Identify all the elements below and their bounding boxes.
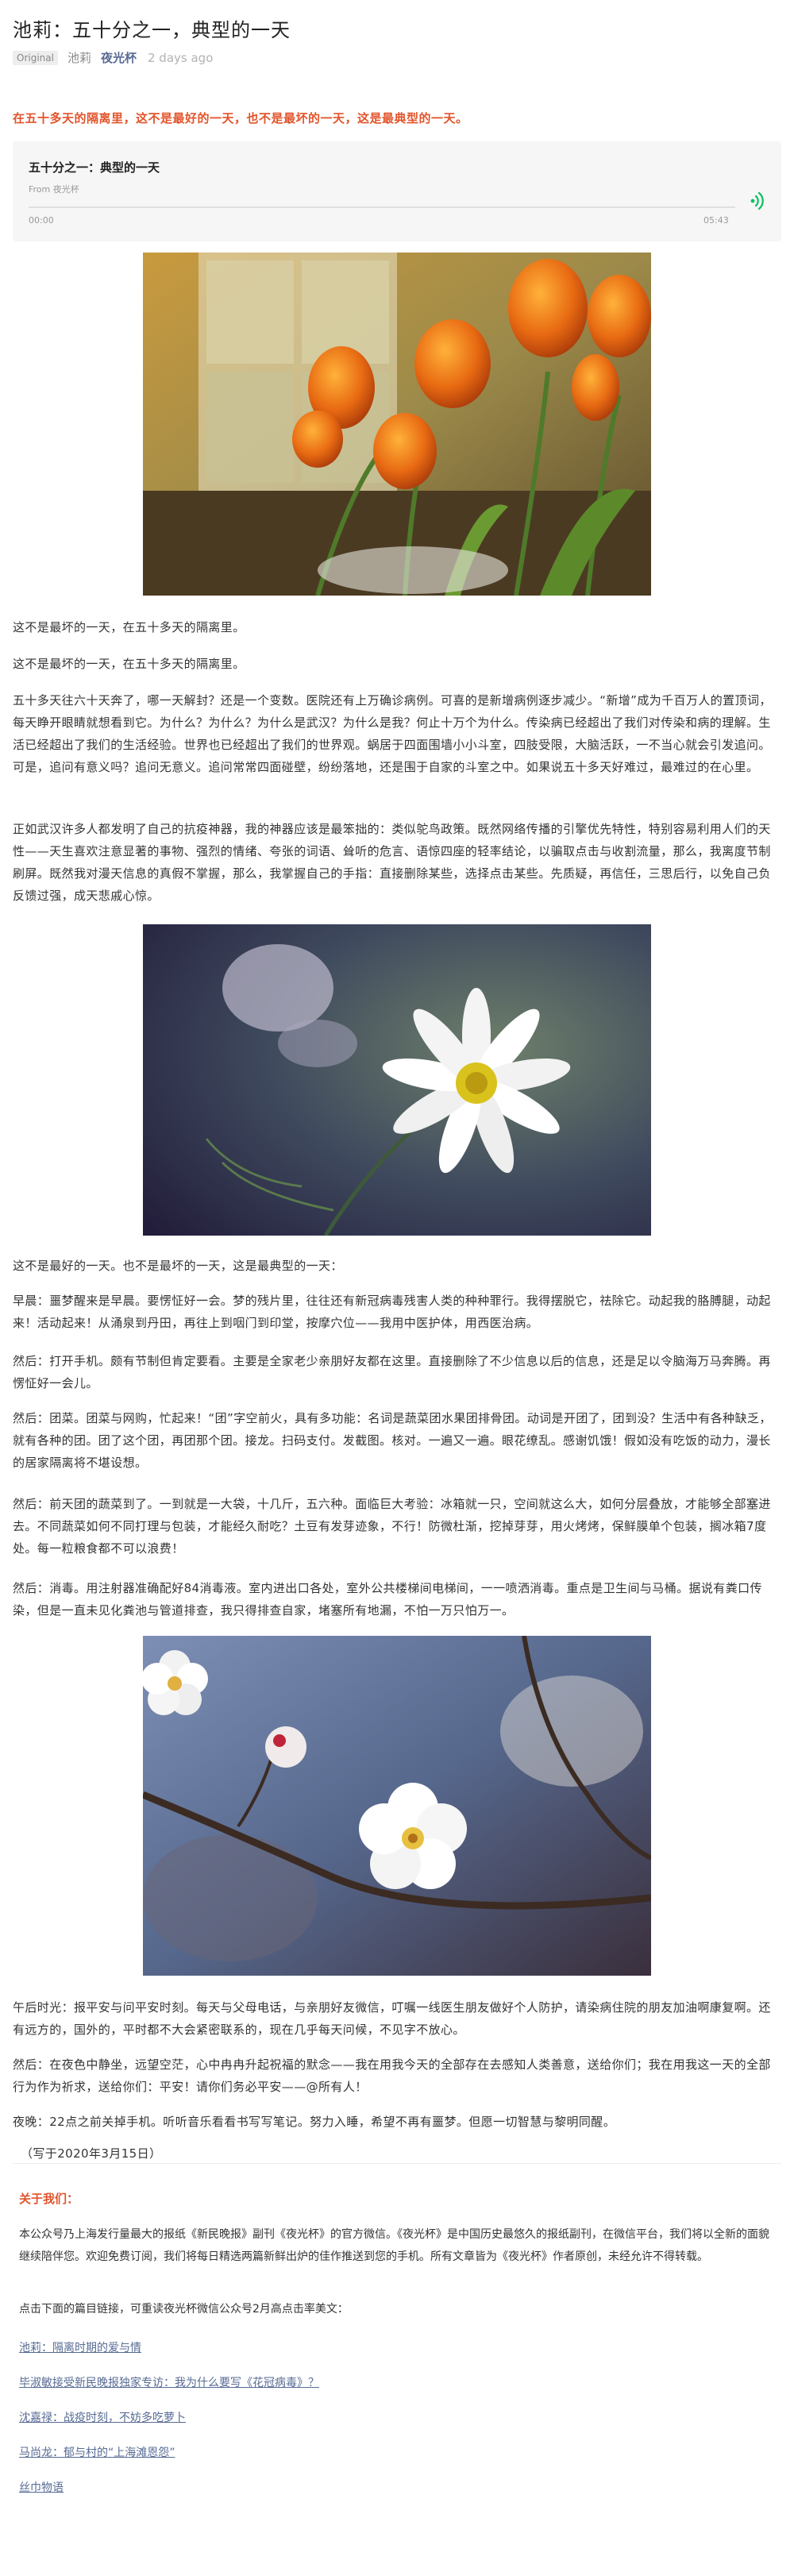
paragraph: 然后：在夜色中静坐，远望空茫，心中冉冉升起祝福的默念——我在用我今天的全部存在去…	[13, 2057, 771, 2094]
related-article-link[interactable]: 马尚龙：郁与村的“上海滩恩怨”	[19, 2444, 175, 2460]
related-article-link[interactable]: 池莉：隔离时期的爱与情	[19, 2339, 141, 2355]
paragraph: 夜晚：22点之前关掉手机。听听音乐看看书写写笔记。努力入睡，希望不再有噩梦。但愿…	[13, 2115, 616, 2129]
paragraph: （写于2020年3月15日）	[21, 2146, 162, 2161]
links-prompt: 点击下面的篇目链接，可重读夜光杯微信公众号2月高点击率美文：	[19, 2303, 349, 2316]
white-flower-photo	[143, 924, 651, 1236]
about-us-heading: 关于我们：	[19, 2192, 79, 2206]
about-us-text: 本公众号乃上海发行量最大的报纸《新民晚报》副刊《夜光杯》的官方微信。《夜光杯》是…	[19, 2228, 769, 2263]
paragraph: 正如武汉许多人都发明了自己的抗疫神器，我的神器应该是最笨拙的：类似鸵鸟政策。既然…	[13, 822, 771, 903]
article-intro: 在五十多天的隔离里，这不是最好的一天，也不是最坏的一天，这是最典型的一天。	[13, 111, 468, 125]
paragraph: 早晨：噩梦醒来是早晨。要愣怔好一会。梦的残片里，往往还有新冠病毒残害人类的种种罪…	[13, 1294, 771, 1330]
paragraph: 这不是最坏的一天，在五十多天的隔离里。	[13, 620, 245, 634]
audio-duration: 05:43	[703, 215, 729, 226]
plum-blossom-photo	[143, 1636, 651, 1976]
paragraph: 然后：打开手机。颇有节制但肯定要看。主要是全家老少亲朋好友都在这里。直接删除了不…	[13, 1354, 771, 1390]
related-article-link[interactable]: 沈嘉禄：战疫时刻，不妨多吃萝卜	[19, 2409, 186, 2425]
tulip-photo	[143, 253, 651, 596]
audio-source: From 夜光杯	[29, 184, 79, 195]
paragraph: 这不是最坏的一天，在五十多天的隔离里。	[13, 657, 245, 671]
audio-current-time: 00:00	[29, 215, 54, 226]
paragraph: 午后时光：报平安与问平安时刻。每天与父母电话，与亲朋好友微信，叮嘱一线医生朋友做…	[13, 2000, 771, 2037]
related-article-link[interactable]: 毕淑敏接受新民晚报独家专访：我为什么要写《花冠病毒》？	[19, 2374, 319, 2390]
original-badge: Original	[13, 50, 58, 65]
publish-time: 2 days ago	[148, 50, 214, 65]
audio-title: 五十分之一：典型的一天	[29, 160, 160, 175]
account-link[interactable]: 夜光杯	[101, 49, 137, 66]
paragraph: 然后：团菜。团菜与网购，忙起来！“团”字空前火，具有多功能：名词是蔬菜团水果团排…	[13, 1411, 772, 1470]
paragraph: 然后：前天团的蔬菜到了。一到就是一大袋，十几斤，五六种。面临巨大考验：冰箱就一只…	[13, 1497, 771, 1556]
audio-progress-track[interactable]	[29, 206, 735, 208]
article-meta: Original 池莉 夜光杯 2 days ago	[13, 49, 213, 66]
paragraph: 这不是最好的一天。也不是最坏的一天，这是最典型的一天：	[13, 1259, 343, 1273]
author-name: 池莉	[67, 51, 91, 65]
article-title: 池莉：五十分之一，典型的一天	[13, 19, 291, 41]
paragraph: 五十多天往六十天奔了，哪一天解封？还是一个变数。医院还有上万确诊病例。可喜的是新…	[13, 693, 772, 774]
related-article-link[interactable]: 丝巾物语	[19, 2479, 64, 2495]
audio-player[interactable]: 五十分之一：典型的一天 From 夜光杯 00:00 05:43	[13, 141, 781, 241]
divider	[13, 2163, 781, 2164]
audio-play-icon[interactable]	[745, 189, 769, 213]
paragraph: 然后：消毒。用注射器准确配好84消毒液。室内进出口各处，室外公共楼梯间电梯间，一…	[13, 1581, 762, 1618]
